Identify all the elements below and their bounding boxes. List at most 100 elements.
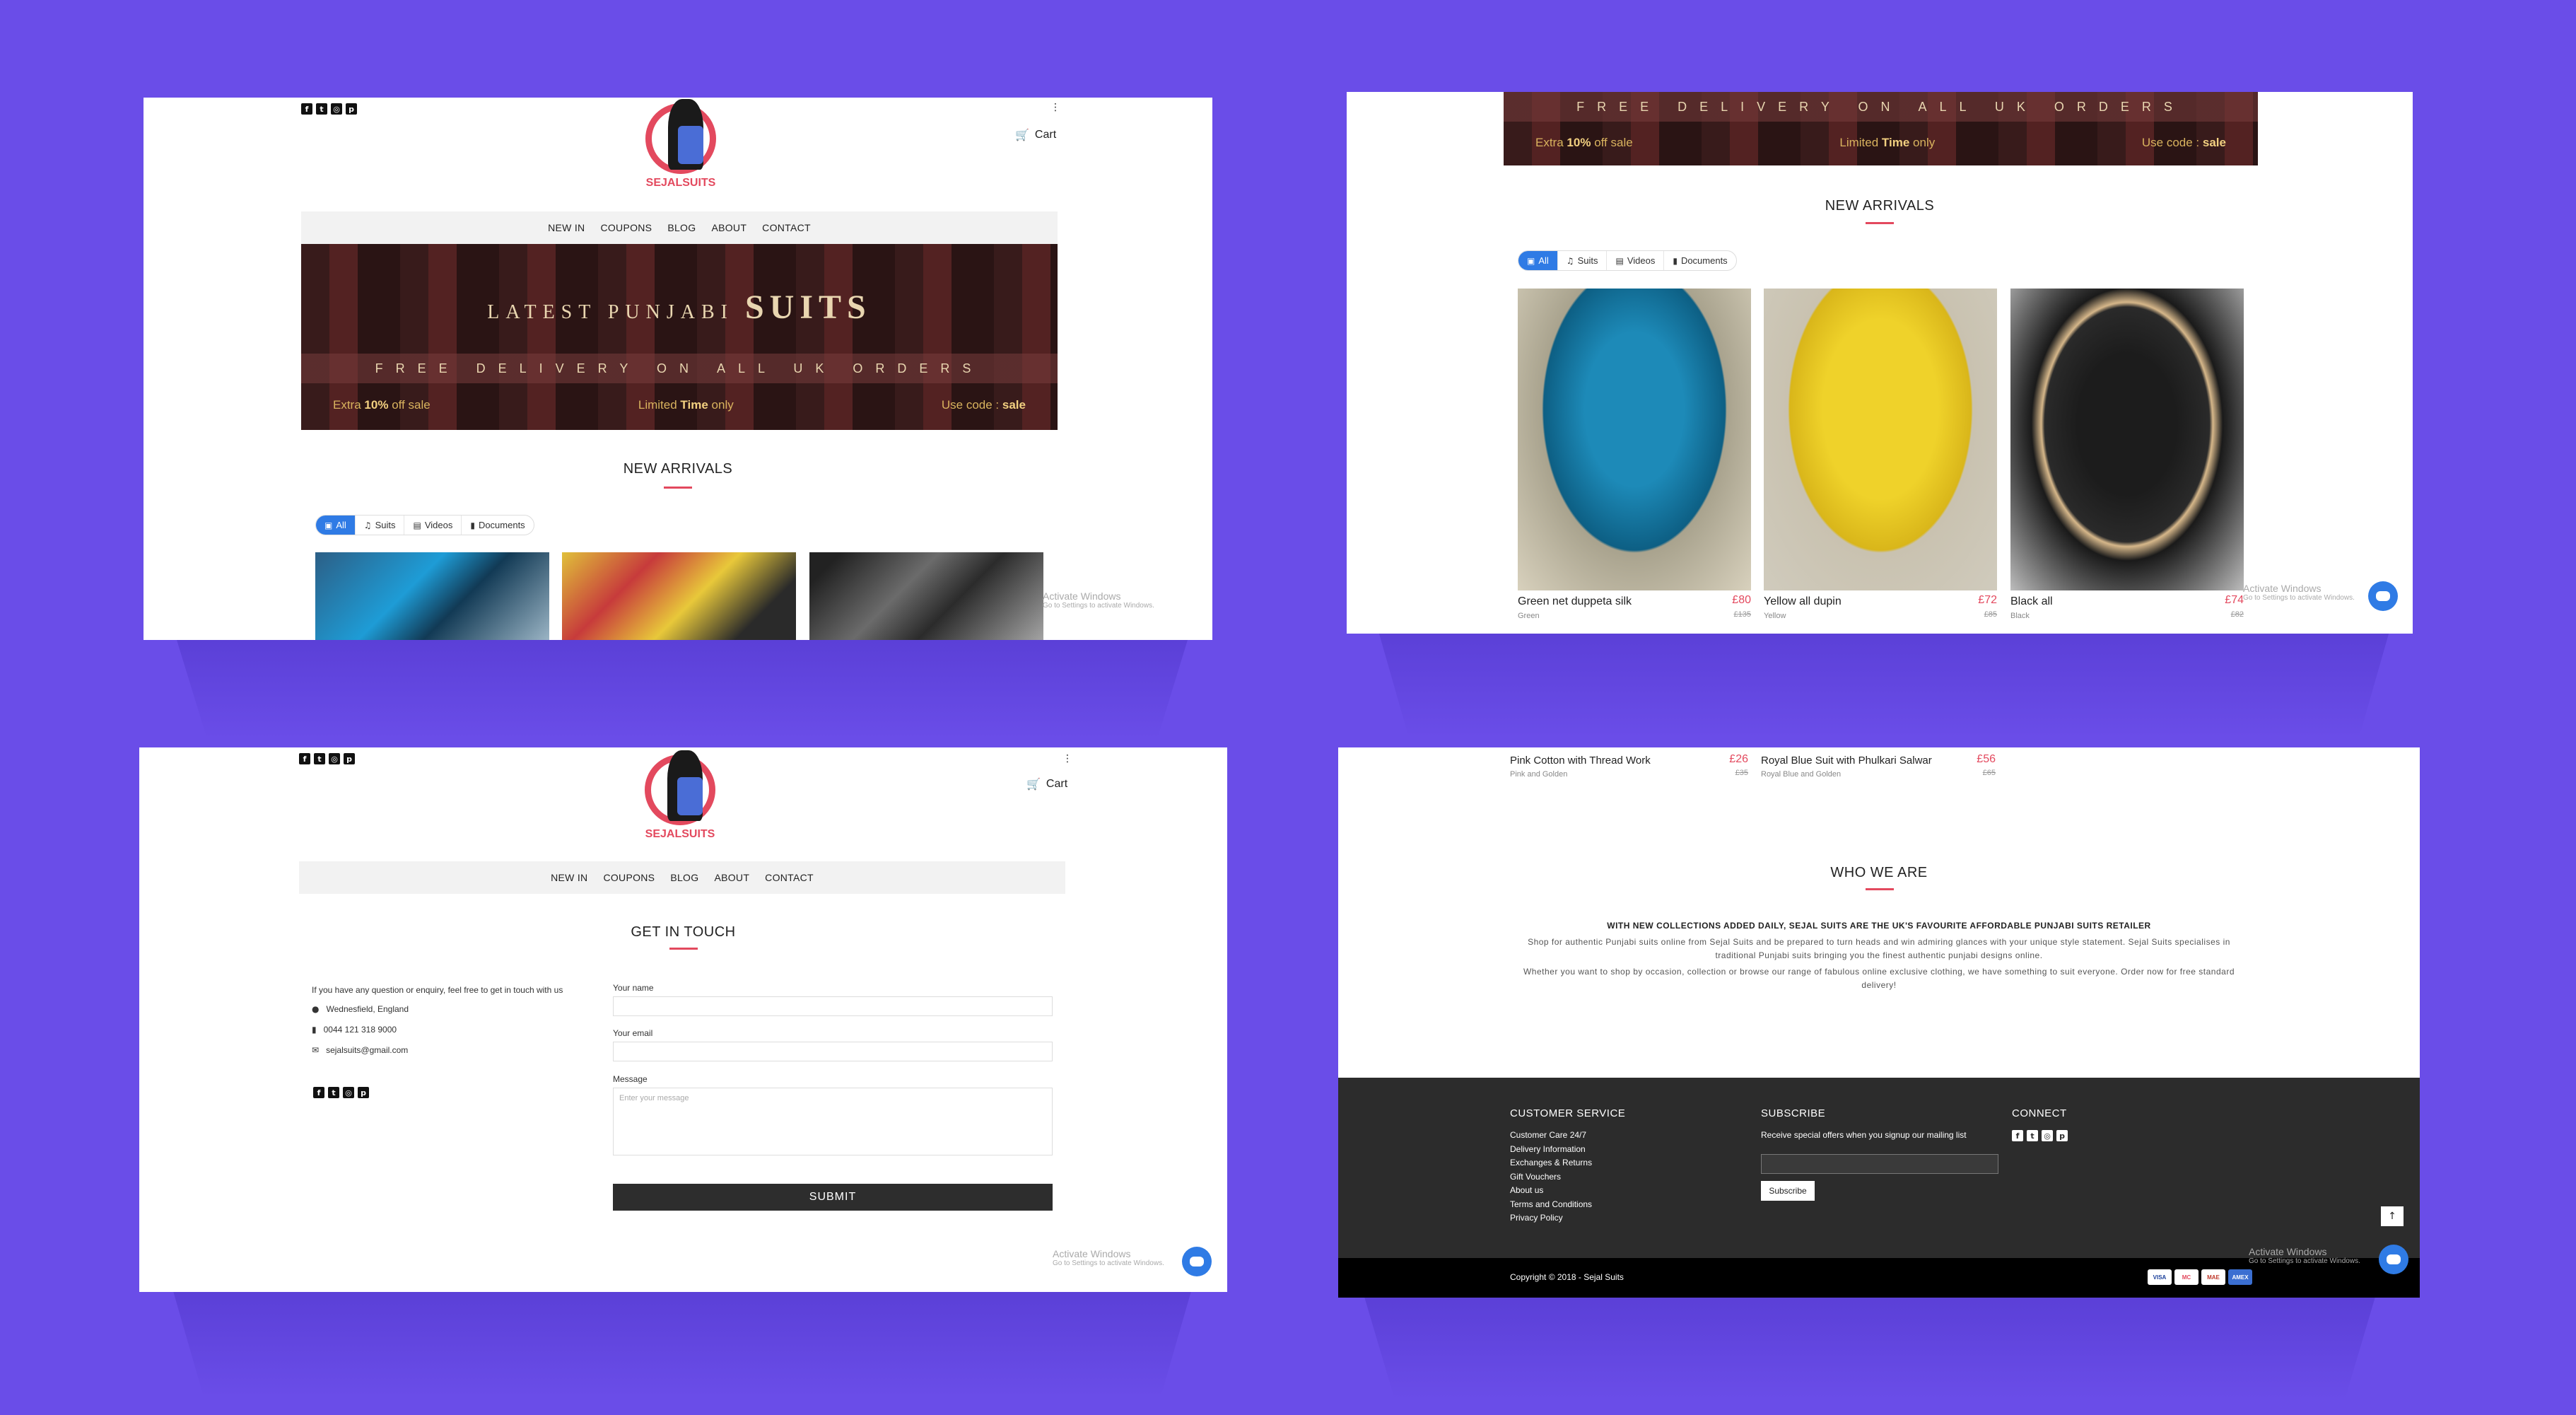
pinterest-icon[interactable]: p [2056,1130,2068,1141]
nav-contact[interactable]: CONTACT [765,872,814,883]
nav-blog[interactable]: BLOG [670,872,698,883]
product-variant: Royal Blue and Golden [1761,770,1842,779]
title-underline [664,487,692,489]
tab-videos[interactable]: ▤ Videos [1607,251,1665,270]
nav-about[interactable]: ABOUT [714,872,749,883]
facebook-icon[interactable]: f [2012,1130,2023,1141]
facebook-icon[interactable]: f [299,753,310,764]
logo[interactable]: SEJALSUITS [638,98,723,197]
scroll-top-button[interactable]: ↑ [2381,1206,2404,1226]
product-name[interactable]: Green net duppeta silk [1518,595,1632,608]
nav-blog[interactable]: BLOG [667,222,696,233]
windows-watermark: Activate Windows Go to Settings to activa… [1053,1248,1164,1267]
nav-new-in[interactable]: NEW IN [548,222,585,233]
product-image-black[interactable] [2010,289,2244,590]
footer-link[interactable]: About us [1510,1184,1592,1198]
about-heading: WHO WE ARE [1830,865,1928,880]
product-image-green[interactable] [1518,289,1751,590]
tab-suits[interactable]: ♫ Suits [356,516,405,535]
footer-link[interactable]: Privacy Policy [1510,1211,1592,1225]
nav-about[interactable]: ABOUT [711,222,747,233]
subscribe-button[interactable]: Subscribe [1761,1181,1815,1201]
chat-button[interactable] [2379,1245,2408,1274]
site-footer: CUSTOMER SERVICE Customer Care 24/7 Deli… [1338,1078,2420,1258]
pinterest-icon[interactable]: p [358,1087,369,1098]
envelope-icon: ✉ [312,1045,320,1055]
instagram-icon[interactable]: ◎ [343,1087,354,1098]
instagram-icon[interactable]: ◎ [2042,1130,2053,1141]
facebook-icon[interactable]: f [301,103,312,115]
tab-suits[interactable]: ♫ Suits [1558,251,1608,270]
film-icon: ▤ [413,520,421,530]
file-icon: ▮ [1673,255,1678,266]
product-image[interactable] [315,552,549,640]
title-underline [1866,888,1894,890]
subscribe-email-field[interactable] [1761,1154,1998,1174]
contact-screenshot: f t ◎ p SEJALSUITS ⋮ 🛒 Cart NEW IN COUPO… [139,747,1227,1292]
cart-link[interactable]: 🛒 Cart [1015,128,1056,141]
twitter-icon[interactable]: t [328,1087,339,1098]
tab-videos[interactable]: ▤ Videos [404,516,462,535]
film-icon: ▤ [1615,255,1624,266]
tab-all[interactable]: ▣ All [316,516,356,535]
message-field[interactable]: Enter your message [613,1088,1053,1155]
nav-coupons[interactable]: COUPONS [600,222,652,233]
menu-dots-icon[interactable]: ⋮ [1062,753,1072,764]
logo-text-part2: SUITS [681,828,715,840]
main-nav: NEW IN COUPONS BLOG ABOUT CONTACT [299,861,1065,894]
product-image[interactable] [809,552,1043,640]
chat-button[interactable] [2368,581,2398,611]
instagram-icon[interactable]: ◎ [329,753,340,764]
message-label: Message [613,1074,648,1084]
twitter-icon[interactable]: t [316,103,327,115]
footer-link[interactable]: Gift Vouchers [1510,1170,1592,1184]
nav-contact[interactable]: CONTACT [762,222,811,233]
logo[interactable]: SEJALSUITS [638,749,722,848]
nav-new-in[interactable]: NEW IN [551,872,587,883]
contact-phone: ▮ 0044 121 318 9000 [312,1025,397,1035]
footer-link[interactable]: Customer Care 24/7 [1510,1129,1592,1143]
product-name[interactable]: Yellow all dupin [1764,595,1842,608]
product-image-yellow[interactable] [1764,289,1997,590]
product-image[interactable] [562,552,796,640]
footer-social-links: f t ◎ p [2012,1130,2068,1141]
product-price: £80 [1732,594,1751,606]
windows-watermark: Activate Windows Go to Settings to activa… [2249,1246,2360,1265]
name-field[interactable] [613,996,1053,1016]
tab-documents[interactable]: ▮ Documents [462,516,533,535]
menu-dots-icon[interactable]: ⋮ [1050,102,1060,113]
panel-shadow [1378,631,2389,738]
mastercard-icon: MC [2174,1269,2199,1285]
email-field[interactable] [613,1042,1053,1061]
twitter-icon[interactable]: t [314,753,325,764]
tab-documents[interactable]: ▮ Documents [1664,251,1735,270]
promo-banner-strip[interactable]: FREE DELIVERY ON ALL UK ORDERS Extra 10%… [1504,92,2258,165]
chat-icon [2376,591,2390,601]
visa-card-icon: VISA [2148,1269,2172,1285]
chat-button[interactable] [1182,1247,1212,1276]
product-name[interactable]: Pink Cotton with Thread Work [1510,755,1651,767]
banner-title-prefix: LATEST PUNJABI [487,301,734,323]
footer-link[interactable]: Exchanges & Returns [1510,1156,1592,1170]
location-icon: ● [312,1004,320,1014]
promo-banner[interactable]: LATEST PUNJABI SUITS FREE DELIVERY ON AL… [301,244,1058,430]
footer-link[interactable]: Delivery Information [1510,1143,1592,1157]
email-label: Your email [613,1028,653,1038]
twitter-icon[interactable]: t [2027,1130,2038,1141]
instagram-icon[interactable]: ◎ [331,103,342,115]
pinterest-icon[interactable]: p [344,753,355,764]
facebook-icon[interactable]: f [313,1087,324,1098]
tab-all[interactable]: ▣ All [1518,251,1558,270]
pinterest-icon[interactable]: p [346,103,357,115]
product-variant: Black [2010,612,2030,620]
product-name[interactable]: Black all [2010,595,2053,608]
cart-link[interactable]: 🛒 Cart [1026,777,1067,791]
footer-link[interactable]: Terms and Conditions [1510,1198,1592,1212]
submit-button[interactable]: SUBMIT [613,1184,1053,1211]
nav-coupons[interactable]: COUPONS [603,872,655,883]
contact-email[interactable]: ✉ sejalsuits@gmail.com [312,1045,408,1055]
banner-extra: Extra 10% off sale [333,398,431,412]
product-name[interactable]: Royal Blue Suit with Phulkari Salwar [1761,755,1932,767]
banner-title-main: SUITS [744,289,872,326]
product-price: £72 [1978,594,1997,606]
